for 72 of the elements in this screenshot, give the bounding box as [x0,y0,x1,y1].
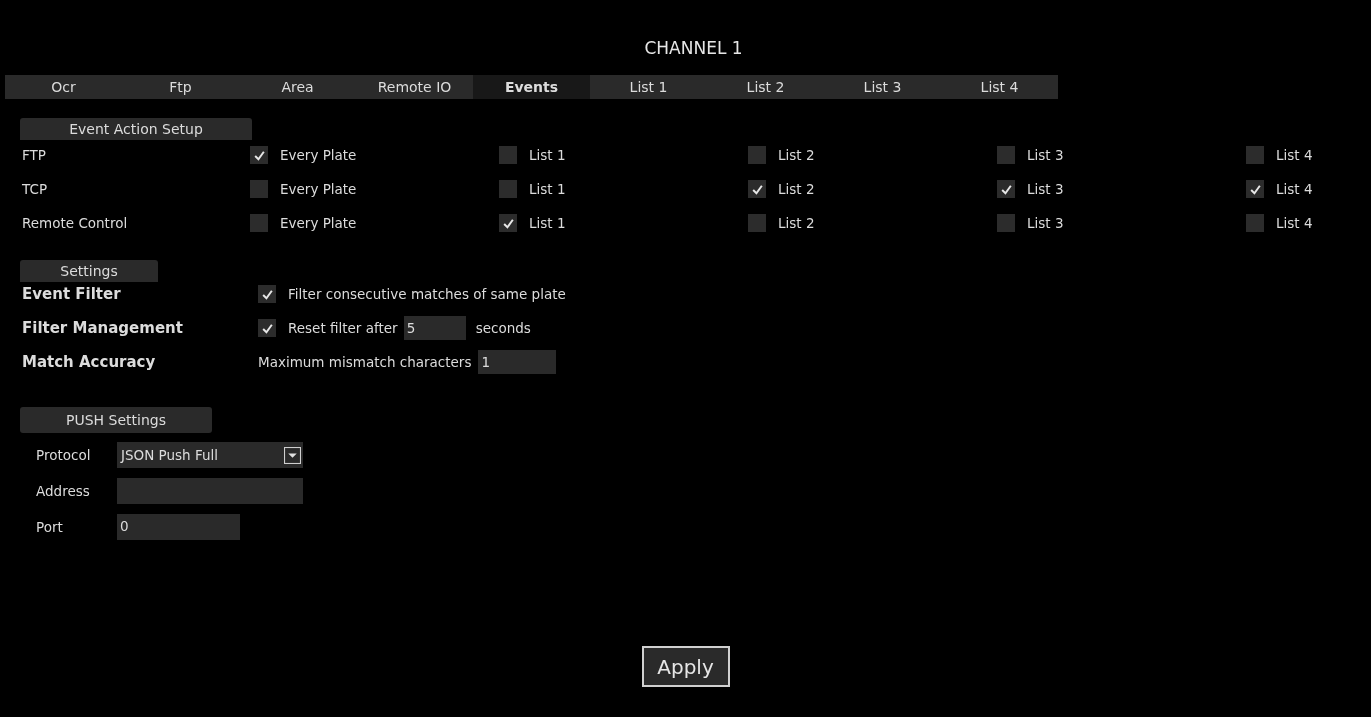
checkbox-label: List 3 [1027,181,1064,197]
field-label: Port [35,519,64,535]
checkbox[interactable] [250,180,268,198]
check-icon [252,148,266,162]
section-header: Settings [20,260,158,282]
row-label: TCP [21,181,49,197]
checkbox[interactable] [748,146,766,164]
checkbox-label: List 4 [1276,181,1313,197]
checkbox[interactable] [997,146,1015,164]
apply-button[interactable]: Apply [641,646,730,687]
tab[interactable]: Remote IO [356,75,473,99]
tab[interactable]: List 1 [590,75,707,99]
check-icon [501,216,515,230]
checkbox-label: List 4 [1276,147,1313,163]
check-icon [1248,182,1262,196]
caret-icon [284,446,301,464]
check-icon [260,321,274,335]
tab[interactable]: Events [473,75,590,99]
checkbox[interactable] [250,214,268,232]
tab[interactable]: Ftp [122,75,239,99]
checkbox[interactable] [1246,146,1264,164]
row-label: Remote Control [21,215,129,231]
check-icon [999,182,1013,196]
checkbox[interactable] [748,214,766,232]
window-title: CHANNEL 1 [643,37,744,60]
checkbox[interactable] [1246,214,1264,232]
tab[interactable]: List 3 [824,75,941,99]
checkbox-label: List 2 [778,147,815,163]
field-label: Maximum mismatch characters [258,354,472,370]
setting-label: Event Filter [21,285,122,303]
section-header: PUSH Settings [20,407,212,433]
checkbox-label: List 1 [529,181,566,197]
protocol-dropdown[interactable]: JSON Push Full [117,442,303,468]
tab[interactable]: Ocr [5,75,122,99]
checkbox-label: List 4 [1276,215,1313,231]
checkbox-label: Every Plate [280,215,357,231]
checkbox[interactable] [250,146,268,164]
field-label: Address [35,483,91,499]
number-field[interactable]: 5 [403,316,466,340]
checkbox[interactable] [499,146,517,164]
checkbox[interactable] [997,180,1015,198]
checkbox-label: List 1 [529,147,566,163]
tab[interactable]: Area [239,75,356,99]
check-icon [750,182,764,196]
unit-label: seconds [475,320,531,336]
tab[interactable]: List 4 [941,75,1058,99]
checkbox[interactable] [258,319,276,337]
checkbox-label: List 3 [1027,215,1064,231]
checkbox-label: Every Plate [280,181,357,197]
checkbox-label: Every Plate [280,147,357,163]
checkbox[interactable] [499,214,517,232]
section-header: Event Action Setup [20,118,252,140]
number-field[interactable]: 1 [478,350,557,374]
checkbox-label: List 2 [778,181,815,197]
checkbox-label: List 2 [778,215,815,231]
checkbox[interactable] [748,180,766,198]
setting-label: Filter Management [21,319,184,337]
checkbox[interactable] [258,285,276,303]
tab[interactable]: List 2 [707,75,824,99]
port-field[interactable]: 0 [117,514,240,540]
check-icon [260,287,274,301]
checkbox-label: Reset filter after [288,320,398,336]
checkbox-label: Filter consecutive matches of same plate [288,286,566,302]
checkbox-label: List 1 [529,215,566,231]
address-field[interactable] [117,478,303,504]
setting-label: Match Accuracy [21,353,157,371]
field-label: Protocol [35,447,92,463]
checkbox[interactable] [499,180,517,198]
checkbox[interactable] [997,214,1015,232]
checkbox-label: List 3 [1027,147,1064,163]
checkbox[interactable] [1246,180,1264,198]
row-label: FTP [21,147,47,163]
